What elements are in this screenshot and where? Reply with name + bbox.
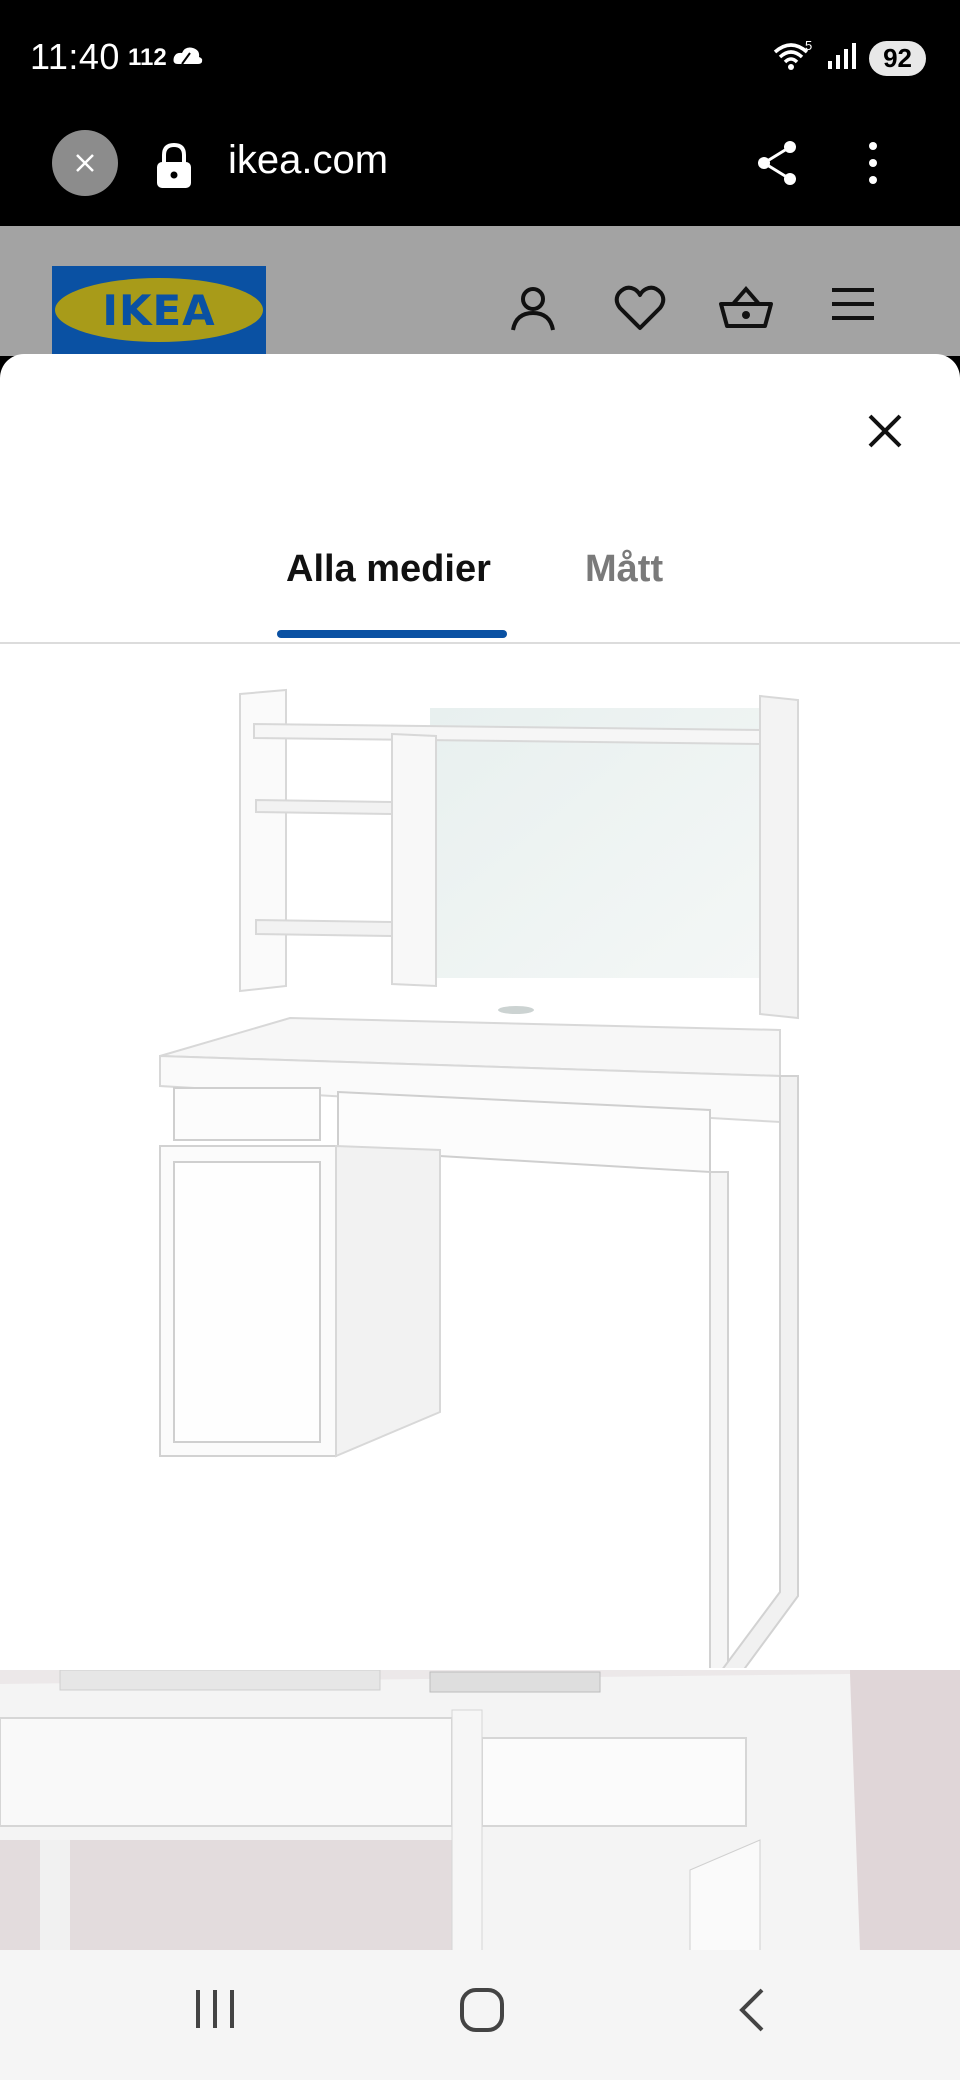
more-vert-icon[interactable] (858, 138, 888, 193)
close-icon (868, 414, 902, 448)
tab-dimensions[interactable]: Mått (585, 548, 663, 591)
media-modal: Alla medier Mått (0, 354, 960, 1950)
share-icon[interactable] (754, 138, 802, 193)
browser-toolbar: ikea.com (0, 112, 960, 226)
tab-all-media[interactable]: Alla medier (286, 548, 491, 591)
ikea-logo[interactable]: IKEA (52, 266, 266, 356)
close-icon (76, 154, 94, 172)
wifi-badge: 5 (805, 38, 812, 53)
menu-icon[interactable] (830, 284, 876, 329)
close-tab-button[interactable] (52, 130, 118, 196)
desk-illustration (159, 688, 799, 1704)
lock-icon[interactable] (154, 142, 194, 195)
system-nav-bar (0, 1950, 960, 2080)
product-image-2[interactable] (0, 1670, 960, 1950)
account-icon[interactable] (508, 284, 558, 339)
battery-indicator: 92 (869, 41, 926, 76)
back-icon[interactable] (734, 1986, 770, 2039)
home-icon[interactable] (458, 1986, 506, 2039)
heart-icon[interactable] (614, 284, 666, 337)
weather-icon (172, 44, 204, 73)
site-header: IKEA (0, 226, 960, 356)
status-indicators: 5 92 (771, 38, 926, 79)
status-time: 11:40 (30, 36, 120, 77)
modal-close-button[interactable] (858, 404, 912, 458)
wifi-icon: 5 (771, 38, 817, 79)
active-tab-indicator (277, 630, 507, 638)
desk-closeup-illustration (0, 1670, 960, 1950)
product-image[interactable] (0, 646, 960, 1704)
logo-text: IKEA (102, 285, 216, 335)
basket-icon[interactable] (718, 284, 774, 337)
status-bar: 11:40 112 5 92 (0, 0, 960, 112)
url-bar[interactable]: ikea.com (228, 138, 388, 183)
recent-apps-icon[interactable] (192, 1986, 238, 2037)
media-tabs: Alla medier Mått (0, 530, 960, 644)
signal-icon (827, 41, 859, 76)
status-extra-count: 112 (128, 44, 167, 71)
